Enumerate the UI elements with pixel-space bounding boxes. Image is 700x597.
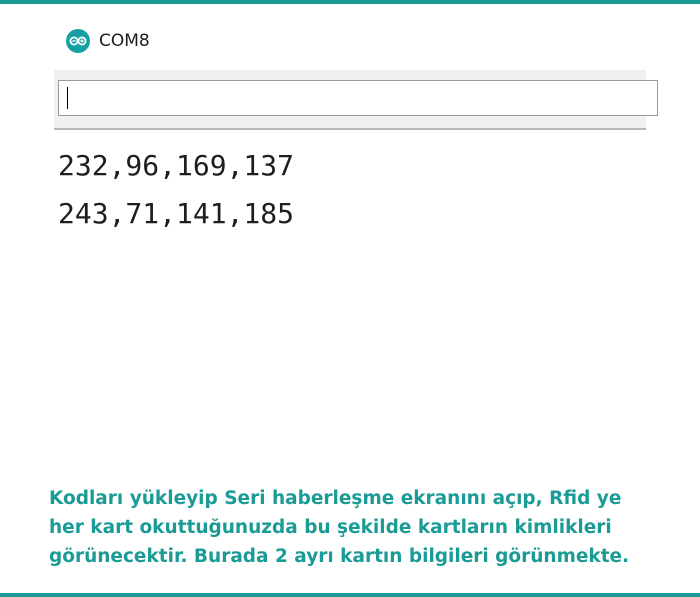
caption-line: görünecektir. Burada 2 ayrı kartın bilgi… [49, 546, 630, 567]
caption-line: Kodları yükleyip Seri haberleşme ekranın… [49, 488, 622, 509]
serial-monitor-titlebar: COM8 [66, 28, 150, 54]
text-caret [67, 87, 68, 109]
window-title: COM8 [99, 31, 150, 51]
bottom-accent-border [0, 593, 700, 597]
serial-output-line: 232,96,169,137 [58, 149, 295, 182]
serial-output-line: 243,71,141,185 [58, 197, 295, 230]
serial-output-area[interactable]: 232,96,169,137 243,71,141,185 [58, 142, 638, 442]
serial-send-input[interactable] [58, 80, 658, 116]
caption-line: her kart okuttuğunuzda bu şekilde kartla… [49, 517, 612, 538]
arduino-infinity-icon [66, 29, 90, 53]
caption-text: Kodları yükleyip Seri haberleşme ekranın… [49, 484, 689, 571]
top-accent-border [0, 0, 700, 4]
send-bar [54, 70, 658, 130]
